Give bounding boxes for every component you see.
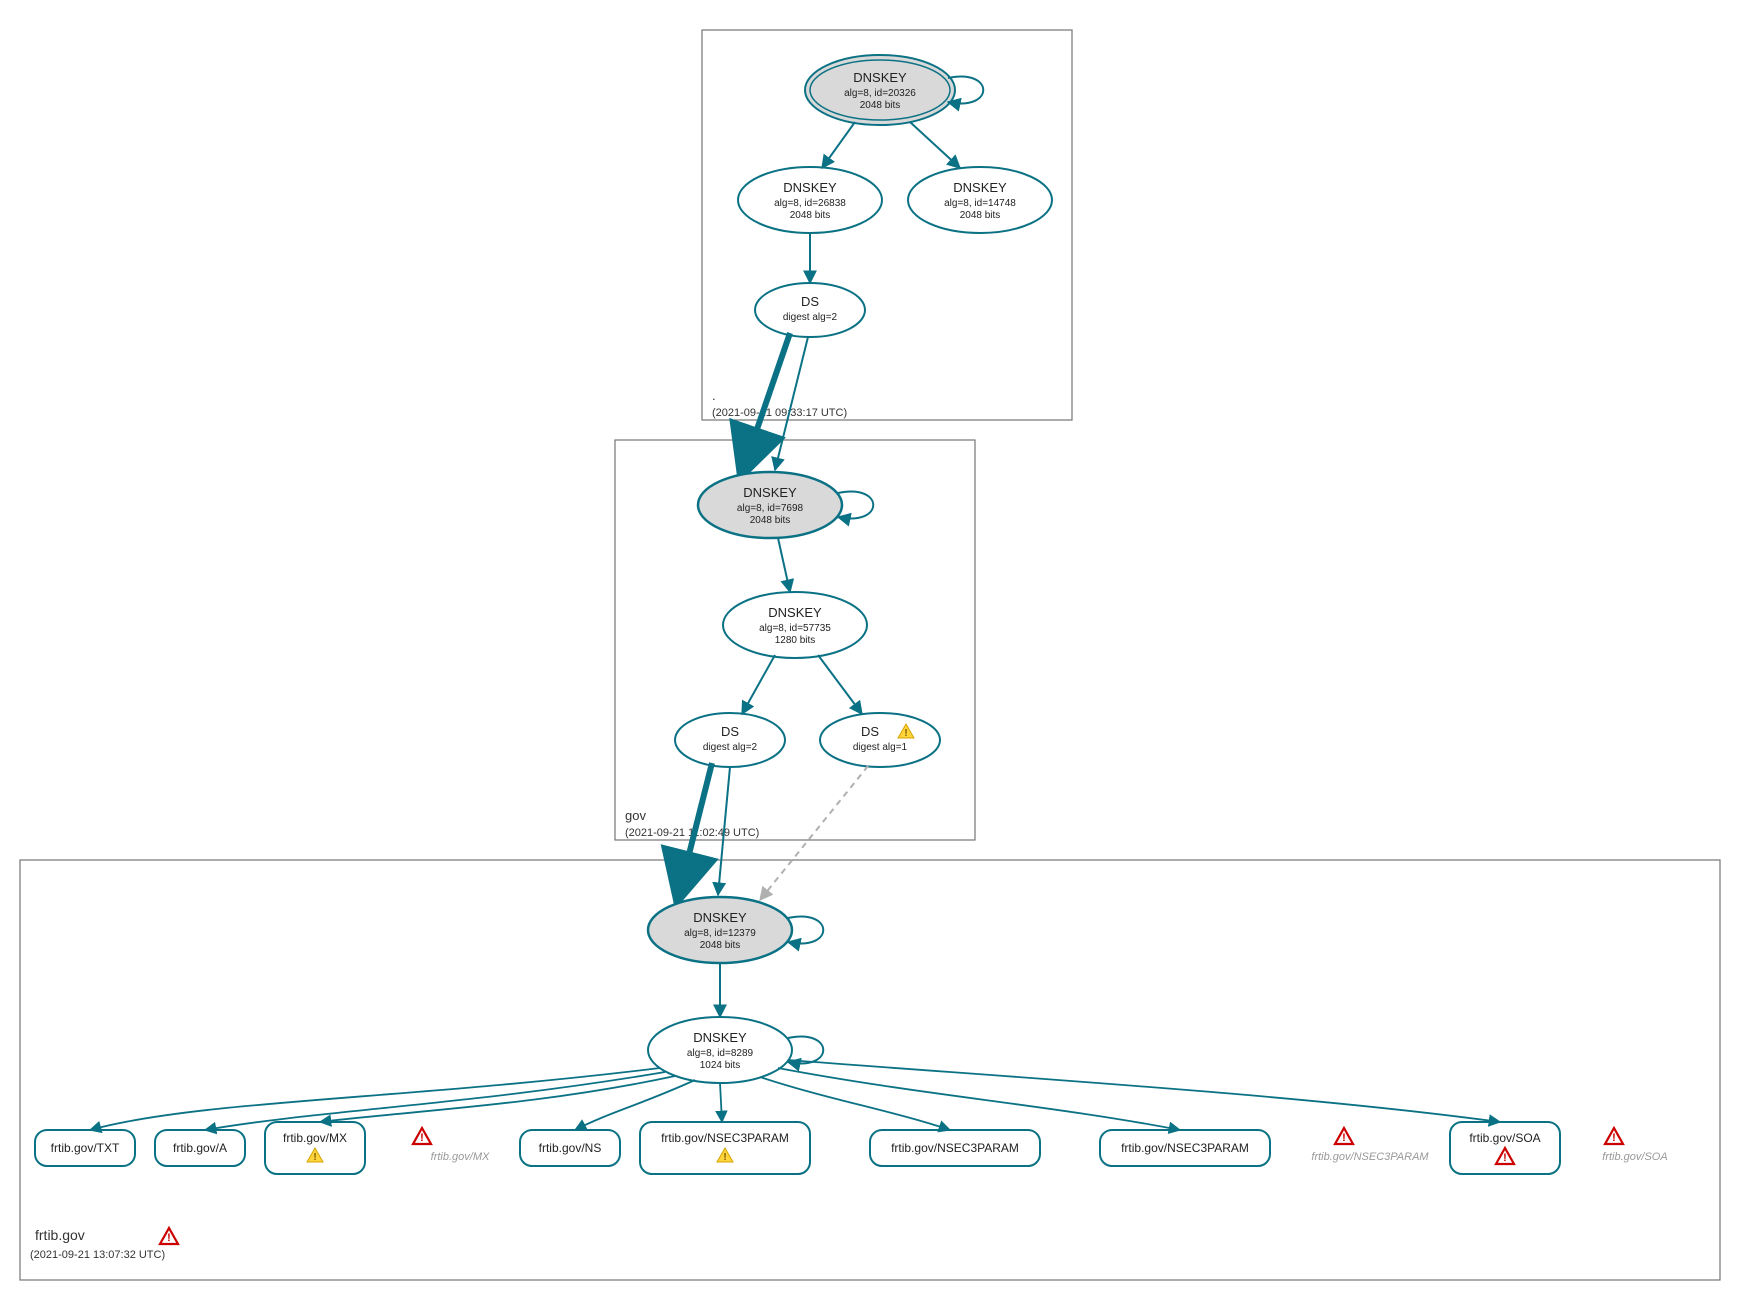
svg-text:2048 bits: 2048 bits xyxy=(790,210,831,221)
zone-frtib-timestamp: (2021-09-21 13:07:32 UTC) xyxy=(30,1249,165,1261)
svg-text:alg=8, id=26838: alg=8, id=26838 xyxy=(774,198,846,209)
edge-zsk-n3p1 xyxy=(720,1083,722,1122)
svg-text:frtib.gov/SOA: frtib.gov/SOA xyxy=(1469,1131,1540,1145)
svg-text:frtib.gov/NSEC3PARAM: frtib.gov/NSEC3PARAM xyxy=(891,1141,1019,1155)
zone-gov-label: gov xyxy=(625,808,646,823)
svg-text:alg=8, id=14748: alg=8, id=14748 xyxy=(944,198,1016,209)
svg-text:frtib.gov/NSEC3PARAM: frtib.gov/NSEC3PARAM xyxy=(661,1131,789,1145)
node-gov-ds1: DS digest alg=2 xyxy=(675,713,785,767)
svg-text:alg=8, id=20326: alg=8, id=20326 xyxy=(844,88,916,99)
leaf-n3p-nx: ! frtib.gov/NSEC3PARAM xyxy=(1311,1128,1429,1163)
node-root-ds: DS digest alg=2 xyxy=(755,283,865,337)
node-root-ksk: DNSKEY alg=8, id=20326 2048 bits xyxy=(805,55,955,125)
edge-gov-zsk-ds1 xyxy=(742,655,775,714)
svg-text:digest alg=2: digest alg=2 xyxy=(783,312,838,323)
svg-text:!: ! xyxy=(1503,1152,1507,1164)
svg-text:1280 bits: 1280 bits xyxy=(775,635,816,646)
svg-text:!: ! xyxy=(904,728,907,739)
edge-zsk-a xyxy=(205,1072,665,1130)
svg-text:frtib.gov/MX: frtib.gov/MX xyxy=(283,1131,347,1145)
svg-text:2048 bits: 2048 bits xyxy=(700,940,741,951)
edge-gov-zsk-ds2 xyxy=(818,655,862,714)
leaf-soa: frtib.gov/SOA ! xyxy=(1450,1122,1560,1174)
svg-text:DNSKEY: DNSKEY xyxy=(768,605,822,620)
svg-text:DNSKEY: DNSKEY xyxy=(693,1030,747,1045)
node-gov-ksk: DNSKEY alg=8, id=7698 2048 bits xyxy=(698,472,842,538)
node-frtib-zsk: DNSKEY alg=8, id=8289 1024 bits xyxy=(648,1017,792,1083)
leaf-soa-nx: ! frtib.gov/SOA xyxy=(1602,1128,1667,1163)
edge-zsk-soa xyxy=(788,1060,1500,1122)
svg-text:2048 bits: 2048 bits xyxy=(860,100,901,111)
dnssec-graph: . (2021-09-21 09:33:17 UTC) gov (2021-09… xyxy=(0,0,1744,1312)
svg-text:alg=8, id=8289: alg=8, id=8289 xyxy=(687,1048,754,1059)
svg-text:alg=8, id=57735: alg=8, id=57735 xyxy=(759,623,831,634)
svg-text:DNSKEY: DNSKEY xyxy=(853,70,907,85)
svg-text:digest alg=1: digest alg=1 xyxy=(853,742,908,753)
svg-text:2048 bits: 2048 bits xyxy=(960,210,1001,221)
edge-gov-ds2-frtib-dashed xyxy=(760,766,868,900)
edge-gov-ksk-zsk xyxy=(778,538,790,592)
svg-text:2048 bits: 2048 bits xyxy=(750,515,791,526)
svg-text:frtib.gov/NSEC3PARAM: frtib.gov/NSEC3PARAM xyxy=(1121,1141,1249,1155)
node-root-zsk2: DNSKEY alg=8, id=14748 2048 bits xyxy=(908,167,1052,233)
edge-frtib-zsk-self xyxy=(788,1037,823,1064)
edge-root-ds-gov-ksk-thick xyxy=(742,333,790,473)
edge-gov-ksk-self xyxy=(838,492,873,519)
leaf-ns: frtib.gov/NS xyxy=(520,1130,620,1166)
svg-text:DNSKEY: DNSKEY xyxy=(953,180,1007,195)
svg-text:!: ! xyxy=(723,1152,726,1163)
edge-frtib-ksk-self xyxy=(788,917,823,944)
leaf-n3p3: frtib.gov/NSEC3PARAM xyxy=(1100,1130,1270,1166)
svg-text:!: ! xyxy=(313,1152,316,1163)
svg-text:DNSKEY: DNSKEY xyxy=(693,910,747,925)
svg-text:alg=8, id=7698: alg=8, id=7698 xyxy=(737,503,804,514)
svg-text:frtib.gov/NS: frtib.gov/NS xyxy=(539,1141,602,1155)
node-root-zsk1: DNSKEY alg=8, id=26838 2048 bits xyxy=(738,167,882,233)
zone-frtib-error-icon: ! xyxy=(160,1228,178,1244)
svg-text:DS: DS xyxy=(721,724,739,739)
zone-root-label: . xyxy=(712,388,716,403)
svg-text:DS: DS xyxy=(801,294,819,309)
edge-zsk-txt xyxy=(90,1068,660,1130)
error-icon: ! xyxy=(413,1128,431,1144)
zone-frtib-box xyxy=(20,860,1720,1280)
svg-text:frtib.gov/SOA: frtib.gov/SOA xyxy=(1602,1151,1667,1163)
svg-text:frtib.gov/A: frtib.gov/A xyxy=(173,1141,227,1155)
error-icon: ! xyxy=(1335,1128,1353,1144)
svg-text:digest alg=2: digest alg=2 xyxy=(703,742,758,753)
leaf-n3p1: frtib.gov/NSEC3PARAM ! xyxy=(640,1122,810,1174)
zone-frtib-label: frtib.gov xyxy=(35,1227,85,1243)
node-gov-zsk: DNSKEY alg=8, id=57735 1280 bits xyxy=(723,592,867,658)
node-gov-ds2: DS digest alg=1 xyxy=(820,713,940,767)
edge-root-ksk-zsk1 xyxy=(822,122,855,168)
error-icon: ! xyxy=(1605,1128,1623,1144)
node-frtib-ksk: DNSKEY alg=8, id=12379 2048 bits xyxy=(648,897,792,963)
leaf-mx: frtib.gov/MX ! xyxy=(265,1122,365,1174)
svg-text:frtib.gov/NSEC3PARAM: frtib.gov/NSEC3PARAM xyxy=(1311,1151,1429,1163)
svg-text:DS: DS xyxy=(861,724,879,739)
svg-text:!: ! xyxy=(420,1132,424,1144)
svg-text:alg=8, id=12379: alg=8, id=12379 xyxy=(684,928,756,939)
leaf-a: frtib.gov/A xyxy=(155,1130,245,1166)
leaf-n3p2: frtib.gov/NSEC3PARAM xyxy=(870,1130,1040,1166)
leaf-txt: frtib.gov/TXT xyxy=(35,1130,135,1166)
edge-root-ksk-zsk2 xyxy=(910,122,960,168)
edge-zsk-mx xyxy=(320,1076,675,1122)
leaf-mx-nx: ! frtib.gov/MX xyxy=(413,1128,490,1163)
svg-text:frtib.gov/MX: frtib.gov/MX xyxy=(431,1151,490,1163)
svg-text:DNSKEY: DNSKEY xyxy=(743,485,797,500)
svg-text:!: ! xyxy=(1612,1132,1616,1144)
svg-text:frtib.gov/TXT: frtib.gov/TXT xyxy=(51,1141,120,1155)
svg-text:DNSKEY: DNSKEY xyxy=(783,180,837,195)
svg-text:1024 bits: 1024 bits xyxy=(700,1060,741,1071)
svg-text:!: ! xyxy=(167,1232,171,1244)
svg-text:!: ! xyxy=(1342,1132,1346,1144)
zone-root-timestamp: (2021-09-21 09:33:17 UTC) xyxy=(712,407,847,419)
